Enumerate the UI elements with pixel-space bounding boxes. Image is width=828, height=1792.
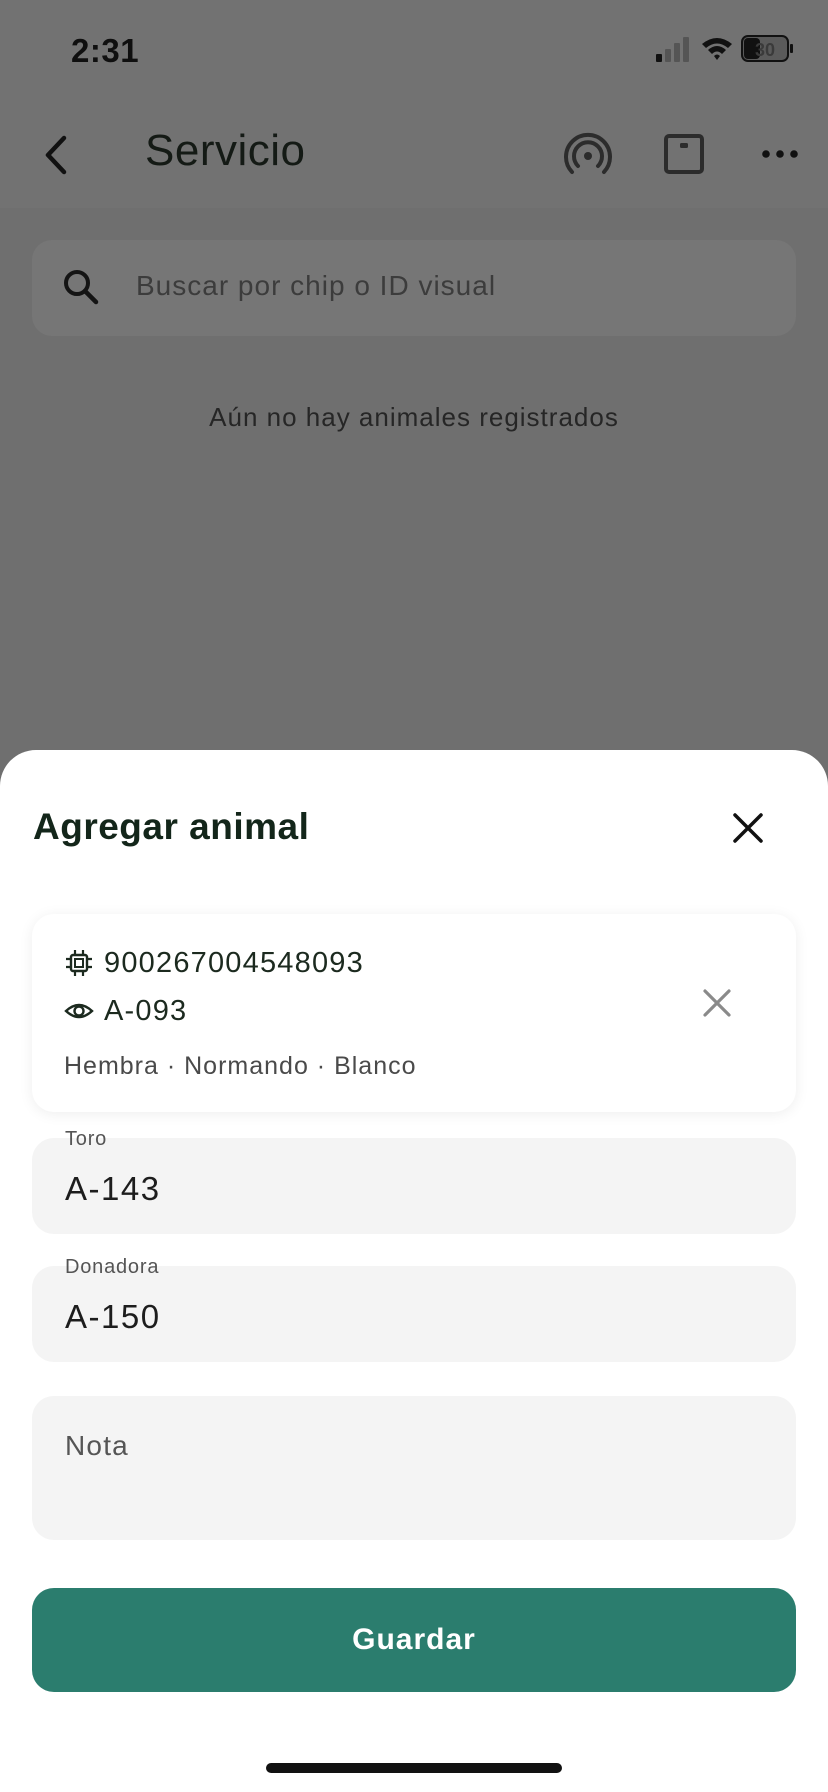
signal-icon: [656, 37, 689, 62]
remove-animal-icon[interactable]: [700, 986, 734, 1020]
close-icon[interactable]: [728, 808, 768, 848]
search-input[interactable]: Buscar por chip o ID visual: [32, 240, 796, 336]
toro-label: Toro: [65, 1128, 108, 1150]
chip-row: 900267004548093: [64, 946, 364, 980]
status-bar: 2:31 30: [0, 0, 828, 100]
visual-id-row: A-093: [64, 994, 187, 1028]
rfid-icon[interactable]: [564, 130, 612, 178]
donadora-label: Donadora: [65, 1256, 160, 1278]
save-label: Guardar: [352, 1623, 476, 1656]
animal-details: Hembra · Normando · Blanco: [64, 1052, 417, 1080]
donadora-field[interactable]: Donadora A-150: [32, 1256, 796, 1362]
back-icon[interactable]: [36, 130, 80, 180]
status-time: 2:31: [71, 32, 140, 69]
chip-number: 900267004548093: [104, 946, 364, 979]
wifi-icon: [702, 38, 732, 60]
more-icon[interactable]: [756, 130, 804, 178]
scale-icon[interactable]: [660, 130, 708, 178]
note-field[interactable]: Nota: [32, 1396, 796, 1540]
visual-id: A-093: [104, 994, 188, 1027]
empty-state-message: Aún no hay animales registrados: [209, 402, 619, 432]
nav-bar: Servicio: [0, 100, 828, 208]
sheet-title: Agregar animal: [33, 806, 310, 847]
toro-field[interactable]: Toro A-143: [32, 1128, 796, 1234]
eye-icon: [64, 1003, 94, 1019]
page-title: Servicio: [145, 126, 306, 175]
donadora-value: A-150: [65, 1298, 161, 1335]
animal-card: 900267004548093 A-093 Hembra · Normando …: [32, 914, 796, 1112]
toro-value: A-143: [65, 1170, 161, 1207]
battery-level: 30: [755, 40, 775, 60]
chip-icon: [66, 950, 92, 976]
note-placeholder: Nota: [65, 1430, 129, 1461]
search-placeholder: Buscar por chip o ID visual: [136, 270, 497, 301]
save-button[interactable]: Guardar: [32, 1588, 796, 1692]
add-animal-sheet: Agregar animal 900267004548093 A-093 Hem…: [0, 750, 828, 1792]
home-indicator: [266, 1763, 562, 1773]
status-icons: 30: [656, 35, 793, 62]
search-icon: [64, 270, 99, 305]
